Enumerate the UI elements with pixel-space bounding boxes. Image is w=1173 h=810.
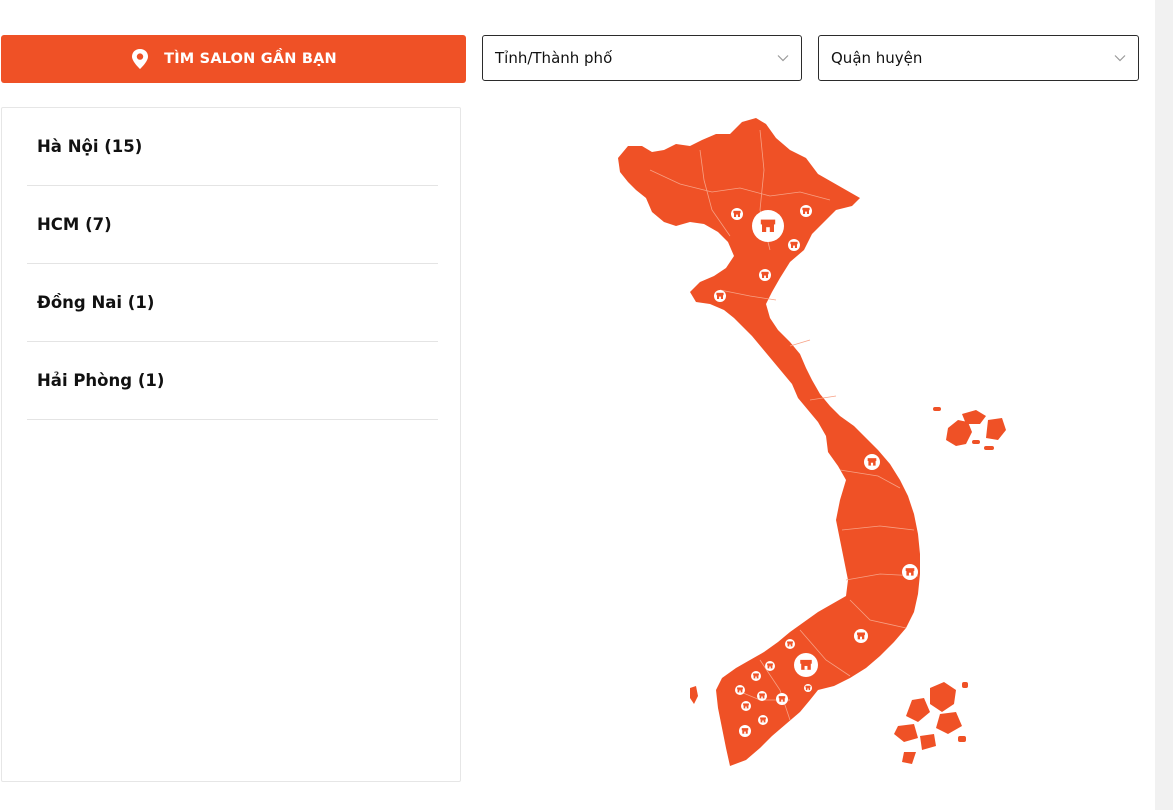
salon-marker bbox=[758, 715, 768, 725]
salon-marker bbox=[902, 564, 918, 580]
find-nearby-salon-label: TÌM SALON GẦN BẠN bbox=[164, 51, 337, 67]
salon-marker bbox=[864, 454, 880, 470]
salon-marker bbox=[757, 691, 767, 701]
vietnam-map bbox=[618, 118, 1006, 766]
salon-marker bbox=[804, 684, 812, 692]
salon-marker bbox=[751, 671, 761, 681]
salon-marker bbox=[741, 701, 751, 711]
salon-marker bbox=[776, 693, 788, 705]
salon-marker bbox=[765, 661, 775, 671]
salon-marker bbox=[739, 725, 751, 737]
location-item-hcm[interactable]: HCM (7) bbox=[27, 186, 438, 264]
salon-marker bbox=[714, 290, 726, 302]
location-item-ha-noi[interactable]: Hà Nội (15) bbox=[27, 108, 438, 186]
salon-marker bbox=[735, 685, 745, 695]
salon-marker-large bbox=[752, 210, 784, 242]
location-item-dong-nai[interactable]: Đồng Nai (1) bbox=[27, 264, 438, 342]
location-item-label: Hải Phòng (1) bbox=[37, 371, 165, 390]
map-pin-icon bbox=[132, 49, 149, 69]
salon-marker-large bbox=[794, 653, 818, 677]
salon-marker bbox=[800, 205, 812, 217]
city-select[interactable]: Tỉnh/Thành phố bbox=[482, 35, 802, 81]
chevron-down-icon bbox=[1114, 55, 1126, 62]
location-item-label: HCM (7) bbox=[37, 215, 112, 234]
salon-marker bbox=[788, 239, 800, 251]
spratly-islands bbox=[894, 682, 968, 764]
city-select-value: Tỉnh/Thành phố bbox=[495, 49, 613, 67]
page: TÌM SALON GẦN BẠN Tỉnh/Thành phố Quận hu… bbox=[0, 0, 1155, 810]
salon-marker bbox=[731, 208, 743, 220]
scrollbar-track[interactable] bbox=[1155, 0, 1173, 810]
chevron-down-icon bbox=[777, 55, 789, 62]
salon-marker bbox=[759, 269, 771, 281]
location-item-label: Đồng Nai (1) bbox=[37, 293, 155, 312]
find-nearby-salon-button[interactable]: TÌM SALON GẦN BẠN bbox=[1, 35, 466, 83]
salon-marker bbox=[785, 639, 795, 649]
phu-quoc-island bbox=[690, 686, 698, 704]
paracel-islands bbox=[933, 407, 1006, 450]
salon-marker bbox=[854, 629, 868, 643]
location-item-hai-phong[interactable]: Hải Phòng (1) bbox=[27, 342, 438, 420]
district-select-value: Quận huyện bbox=[831, 49, 923, 67]
location-list-panel: Hà Nội (15) HCM (7) Đồng Nai (1) Hải Phò… bbox=[1, 107, 461, 782]
location-item-label: Hà Nội (15) bbox=[37, 137, 143, 156]
district-select[interactable]: Quận huyện bbox=[818, 35, 1139, 81]
